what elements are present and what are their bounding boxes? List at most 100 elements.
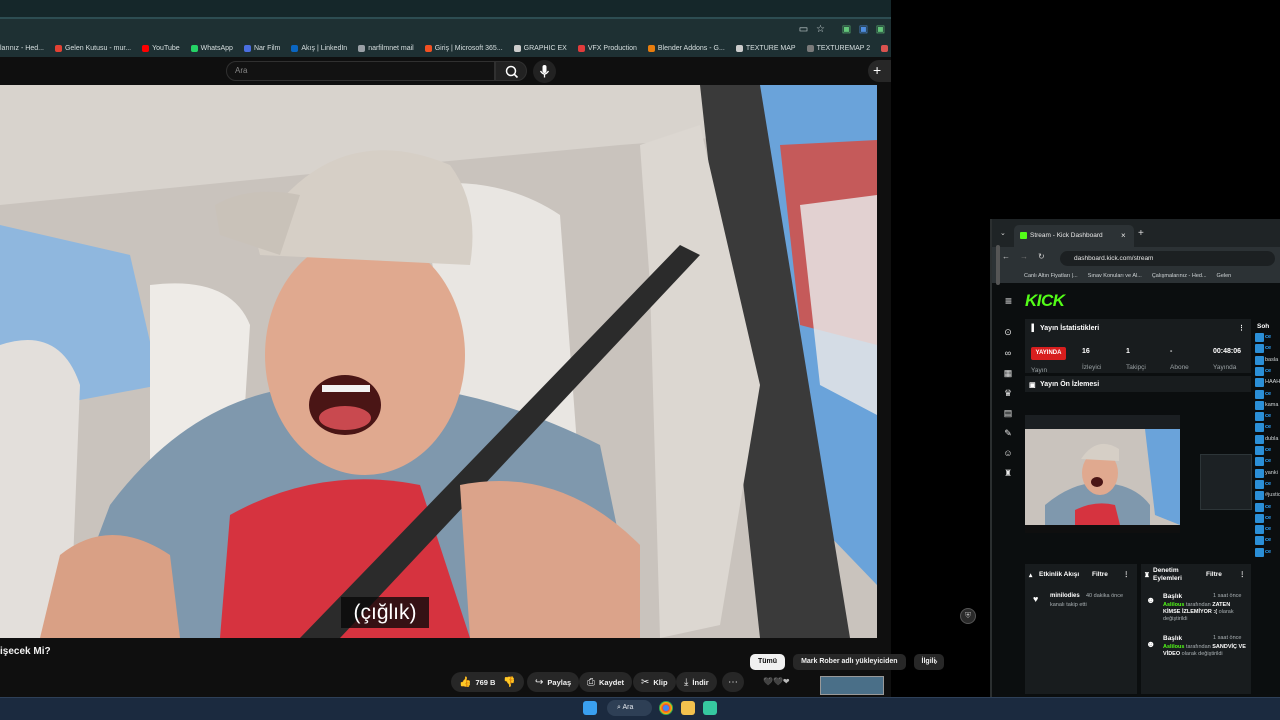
taskbar-search[interactable]: ⌕ Ara bbox=[607, 700, 652, 716]
mod-icon[interactable]: ♜ bbox=[1003, 468, 1013, 478]
download-button[interactable]: ⤓ İndir bbox=[676, 672, 717, 692]
kebab-menu-icon[interactable]: ⋮ bbox=[1239, 570, 1246, 578]
user-icon: ☻ bbox=[1146, 639, 1156, 649]
hamburger-menu-icon[interactable]: ≡ bbox=[1005, 294, 1012, 308]
address-bar[interactable]: dashboard.kick.com/stream bbox=[1060, 251, 1275, 266]
bookmark-favicon-icon bbox=[190, 44, 198, 52]
mod-item-user[interactable]: Aslilous bbox=[1163, 602, 1184, 608]
bookmark-item[interactable]: Blender Addons - G... bbox=[647, 44, 725, 52]
chat-line: ce bbox=[1265, 548, 1272, 555]
close-icon[interactable]: × bbox=[1121, 231, 1126, 240]
mod-item-mid: tarafından bbox=[1185, 602, 1211, 608]
bookmark-item[interactable]: Gelen bbox=[1217, 269, 1232, 283]
file-explorer-icon[interactable] bbox=[681, 701, 695, 715]
cast-icon[interactable]: ▭ bbox=[798, 24, 809, 35]
activity-user[interactable]: minilodies bbox=[1050, 593, 1080, 599]
activity-text: kanalı takip etti bbox=[1050, 602, 1087, 608]
windows-start-icon[interactable] bbox=[583, 701, 597, 715]
bookmark-item[interactable]: Animation Buffet Cr... bbox=[881, 44, 891, 52]
bookmark-label: Akış | LinkedIn bbox=[301, 44, 348, 52]
video-player[interactable] bbox=[0, 85, 877, 638]
tab-kick-dashboard[interactable]: Stream - Kick Dashboard × bbox=[1014, 225, 1134, 247]
save-button[interactable]: ⎙ Kaydet bbox=[579, 672, 633, 692]
new-tab-icon[interactable]: + bbox=[1138, 228, 1144, 239]
wrench-icon[interactable]: ✎ bbox=[1003, 428, 1013, 438]
kebab-menu-icon[interactable]: ⋮ bbox=[1123, 570, 1130, 578]
chip-related[interactable]: İlgili bbox=[913, 654, 944, 670]
users-icon[interactable]: ☺ bbox=[1003, 448, 1013, 458]
bookmark-item[interactable]: Sınav Konuları ve Al... bbox=[1088, 269, 1142, 283]
bookmark-item[interactable]: Akış | LinkedIn bbox=[291, 44, 348, 52]
comment-hearts-icon: 🖤🖤❤ bbox=[763, 677, 790, 686]
extension-icon[interactable]: ▣ bbox=[841, 24, 852, 35]
bookmark-item[interactable]: larınız - Hed... bbox=[0, 45, 44, 52]
chat-badge-icon bbox=[1255, 434, 1264, 444]
bookmark-item[interactable]: TEXTURE MAP bbox=[735, 44, 796, 52]
stream-preview[interactable] bbox=[1025, 415, 1180, 533]
chip-all[interactable]: Tümü bbox=[750, 654, 786, 670]
bookmark-item[interactable]: TEXTUREMAP 2 bbox=[806, 44, 870, 52]
forward-icon[interactable]: → bbox=[1020, 252, 1028, 261]
chat-line: yanki bbox=[1265, 469, 1278, 476]
kick-scrollbar[interactable] bbox=[996, 245, 1000, 285]
like-count: 769 B bbox=[475, 677, 496, 687]
share-button[interactable]: ↪ Paylaş bbox=[527, 672, 580, 692]
channel-watermark-icon[interactable]: ⛨ bbox=[960, 608, 976, 624]
mod-item-time: 1 saat önce bbox=[1213, 635, 1242, 641]
link-icon[interactable]: ∞ bbox=[1003, 348, 1013, 358]
search-button[interactable] bbox=[495, 61, 527, 81]
moderation-filter[interactable]: Filtre bbox=[1206, 571, 1222, 578]
bookmark-label: narfilmnet mail bbox=[368, 44, 414, 52]
video-thumbnail[interactable] bbox=[820, 676, 884, 695]
reload-icon[interactable]: ↻ bbox=[1038, 252, 1045, 261]
bookmark-item[interactable]: YouTube bbox=[142, 44, 180, 52]
mod-item-user[interactable]: Aslilous bbox=[1163, 644, 1184, 650]
bookmark-item[interactable]: VFX Production bbox=[577, 44, 637, 52]
live-badge: YAYINDA bbox=[1031, 347, 1066, 360]
microphone-icon bbox=[539, 65, 550, 78]
stream-icon[interactable]: ⊙ bbox=[1003, 327, 1013, 337]
bookmark-star-icon[interactable]: ☆ bbox=[815, 24, 826, 35]
chat-badge-icon bbox=[1255, 525, 1264, 535]
app-icon[interactable] bbox=[703, 701, 717, 715]
more-actions-button[interactable]: ⋯ bbox=[722, 672, 744, 692]
chip-uploader[interactable]: Mark Rober adlı yükleyiciden bbox=[793, 654, 906, 670]
voice-search-button[interactable] bbox=[533, 60, 556, 83]
bookmark-item[interactable]: GRAPHIC EX bbox=[513, 44, 567, 52]
chart-icon[interactable]: ▦ bbox=[1003, 368, 1013, 378]
bookmark-item[interactable]: Giriş | Microsoft 365... bbox=[424, 44, 503, 52]
preview-title: Yayın Ön İzlemesi bbox=[1040, 381, 1100, 388]
chat-badge-icon bbox=[1255, 491, 1264, 501]
activity-title: Etkinlik Akışı bbox=[1039, 571, 1080, 578]
bookmark-item[interactable]: Çalışmalarınız - Hed... bbox=[1152, 269, 1207, 283]
chat-badge-icon bbox=[1255, 547, 1264, 557]
dislike-button[interactable]: 👎 bbox=[497, 672, 522, 692]
kebab-menu-icon[interactable]: ⋮ bbox=[1238, 324, 1245, 332]
search-input[interactable]: Ara bbox=[226, 61, 495, 81]
back-icon[interactable]: ← bbox=[1002, 252, 1010, 261]
bookmark-item[interactable]: Canlı Altın Fiyatları |... bbox=[1024, 269, 1078, 283]
tab-list-icon[interactable]: ⌄ bbox=[1000, 229, 1006, 237]
mod-item-text: Aslilous tarafından ZATEN KİMSE İZLEMİYO… bbox=[1163, 602, 1249, 623]
viewers-label: İzleyici bbox=[1082, 364, 1102, 371]
bookmark-item[interactable]: narfilmnet mail bbox=[358, 44, 414, 52]
trophy-icon[interactable]: ♛ bbox=[1003, 388, 1013, 398]
extension-icon[interactable]: ▣ bbox=[875, 24, 886, 35]
bookmark-item[interactable]: Gelen Kutusu - mur... bbox=[54, 44, 131, 52]
chevron-right-icon[interactable]: › bbox=[934, 656, 938, 668]
id-card-icon[interactable]: ▤ bbox=[1003, 408, 1013, 418]
bookmark-item[interactable]: Nar Film bbox=[243, 44, 280, 52]
subs-value: - bbox=[1170, 348, 1173, 355]
chat-badge-icon bbox=[1255, 468, 1264, 478]
kick-logo[interactable]: KICK bbox=[1025, 291, 1065, 311]
bookmark-item[interactable]: WhatsApp bbox=[190, 44, 233, 52]
viewers-value: 16 bbox=[1082, 348, 1090, 355]
create-button[interactable]: + bbox=[868, 60, 891, 82]
extension-icon[interactable]: ▣ bbox=[858, 24, 869, 35]
chrome-icon[interactable] bbox=[659, 701, 673, 715]
activity-filter[interactable]: Filtre bbox=[1092, 571, 1108, 578]
chat-badge-icon bbox=[1255, 389, 1264, 399]
chat-line: ce bbox=[1265, 345, 1272, 352]
browser-toolbar: ▭ ☆ ▣ ▣ ▣ bbox=[0, 17, 891, 39]
clip-button[interactable]: ✂ Klip bbox=[633, 672, 676, 692]
